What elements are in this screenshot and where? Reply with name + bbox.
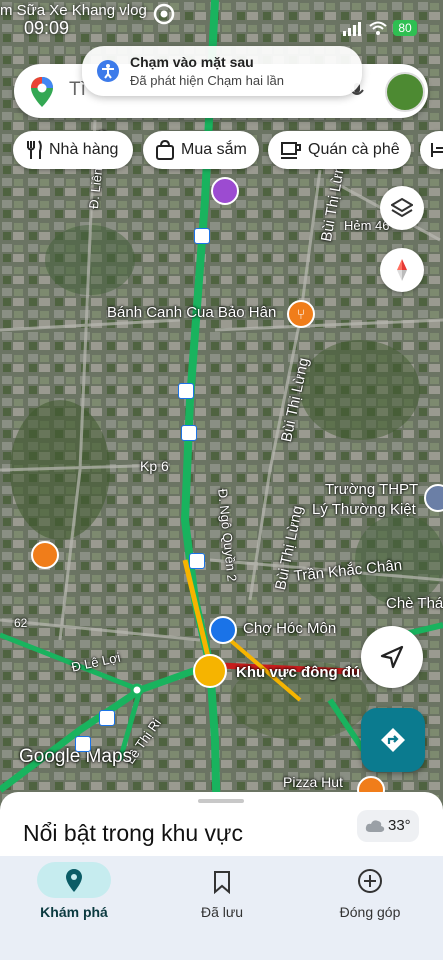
- cafe-poi-icon[interactable]: [31, 541, 59, 569]
- bus-stop-icon[interactable]: [178, 383, 194, 399]
- compass-button[interactable]: [380, 248, 424, 292]
- bus-stop-icon[interactable]: [75, 736, 91, 752]
- sheet-title: Nổi bật trong khu vực: [23, 820, 243, 846]
- bus-stop-icon[interactable]: [194, 228, 210, 244]
- battery-icon: 80: [393, 20, 417, 36]
- sheet-drag-handle[interactable]: [198, 799, 244, 803]
- map-label-62: 62: [14, 616, 28, 630]
- directions-icon: [381, 728, 405, 752]
- restaurant-poi-icon[interactable]: ⑂: [287, 300, 315, 328]
- map-label-hem: Hẻm 46: [344, 218, 390, 233]
- back-tap-notification: Chạm vào mặt sau Đã phát hiện Chạm hai l…: [82, 46, 362, 96]
- weather-temperature: 33°: [388, 817, 411, 834]
- map-label-pizza: Pizza Hut: [283, 774, 343, 790]
- avatar[interactable]: [385, 72, 425, 112]
- map-label-cho-hoc-mon: Chợ Hóc Môn: [243, 620, 337, 637]
- bus-stop-icon[interactable]: [99, 710, 115, 726]
- notification-subtitle: Đã phát hiện Chạm hai lần: [130, 73, 284, 88]
- chip-restaurants[interactable]: Nhà hàng: [13, 131, 133, 169]
- layers-button[interactable]: [380, 186, 424, 230]
- chip-shopping[interactable]: Mua sắm: [143, 131, 259, 169]
- bus-stop-icon[interactable]: [189, 553, 205, 569]
- compass-icon: [397, 259, 407, 281]
- coffee-cup-icon: [281, 142, 301, 159]
- nav-contribute[interactable]: Đóng góp: [296, 856, 443, 960]
- location-pin-icon: [66, 869, 82, 892]
- bus-stop-icon[interactable]: [181, 425, 197, 441]
- weather-chip[interactable]: 33°: [357, 810, 419, 842]
- accessibility-icon: [97, 60, 119, 82]
- bed-icon: [431, 143, 443, 157]
- google-maps-pin-icon: [31, 77, 53, 107]
- layers-icon: [391, 197, 413, 218]
- signal-icon: [343, 22, 361, 36]
- map-label-ly-thuong-kiet: Lý Thường Kiệt: [312, 501, 416, 518]
- bookmark-icon: [214, 871, 230, 894]
- my-location-button[interactable]: [361, 626, 423, 688]
- status-time: 09:09: [24, 18, 70, 38]
- map-label-banh-canh: Bánh Canh Cua Bảo Hân: [107, 304, 277, 321]
- status-notification-text: m Sữa Xe Khang vlog: [0, 2, 147, 19]
- cloud-icon: [365, 820, 385, 832]
- directions-button[interactable]: [361, 708, 425, 772]
- map-label-che-thai: Chè Thá: [386, 595, 443, 612]
- shopping-poi-icon[interactable]: [211, 177, 239, 205]
- nav-explore[interactable]: Khám phá: [0, 856, 148, 960]
- map-label-truong-thpt: Trường THPT: [325, 481, 419, 498]
- notification-title: Chạm vào mặt sau: [130, 54, 254, 70]
- nav-label: Đóng góp: [339, 904, 401, 920]
- nav-saved[interactable]: Đã lưu: [148, 856, 296, 960]
- chip-label: Nhà hàng: [49, 141, 119, 158]
- shopping-bag-icon: [156, 140, 174, 160]
- wifi-icon: [369, 21, 387, 35]
- status-bar: m Sữa Xe Khang vlog 09:09 80: [0, 0, 443, 44]
- map-label-khu-vuc: Khu vực đông đú: [236, 664, 361, 681]
- plus-circle-icon: [358, 869, 382, 893]
- chip-label: Quán cà phê: [308, 141, 400, 158]
- chip-label: Mua sắm: [181, 141, 247, 158]
- location-active-icon: [153, 3, 175, 25]
- chip-coffee[interactable]: Quán cà phê: [268, 131, 411, 169]
- nav-label: Đã lưu: [200, 904, 244, 920]
- market-poi-icon[interactable]: [209, 616, 237, 644]
- nav-label: Khám phá: [40, 904, 108, 920]
- busy-area-icon[interactable]: [193, 654, 227, 688]
- bottom-navigation: Khám phá Đã lưu Đóng góp: [0, 856, 443, 960]
- fork-knife-icon: [27, 140, 42, 159]
- map-label-kp6: Kp 6: [140, 458, 169, 474]
- navigation-arrow-icon: [380, 645, 404, 669]
